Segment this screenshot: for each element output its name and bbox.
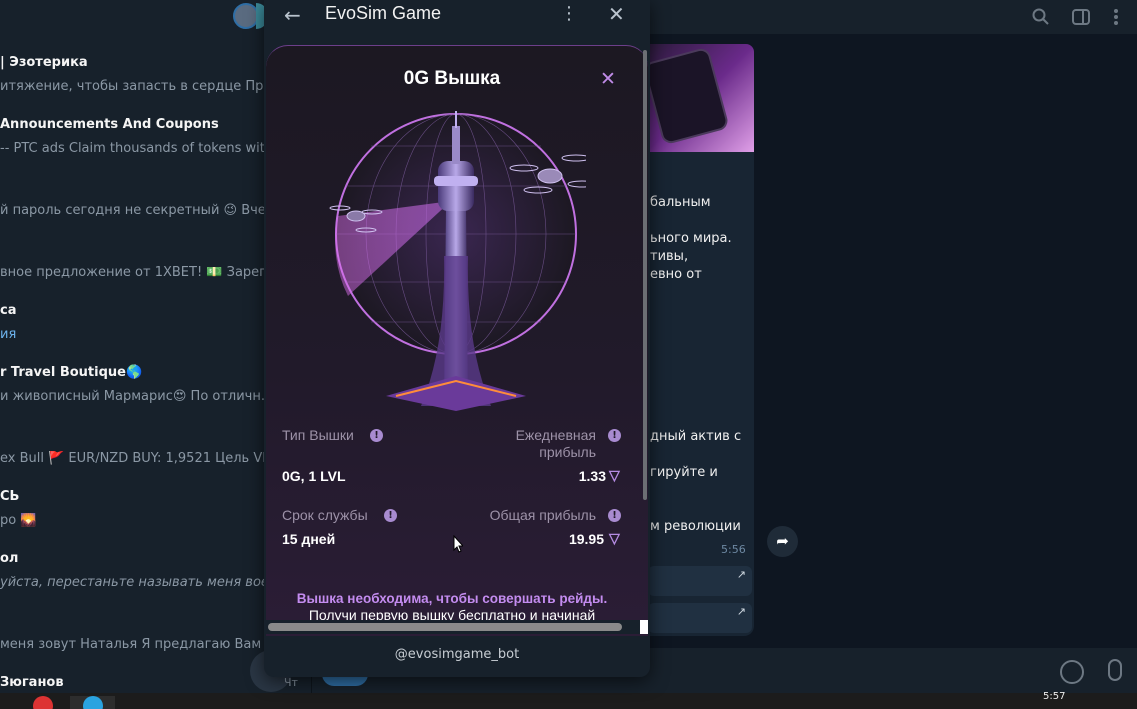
- message-text: тивы,: [650, 249, 689, 264]
- message-time: 5:56: [721, 543, 746, 556]
- chat-name: r Travel Boutique🌎: [0, 365, 143, 380]
- info-icon[interactable]: !: [384, 509, 397, 522]
- daily-profit-value: 1.33: [578, 468, 606, 484]
- scrollbar-corner: [640, 620, 648, 634]
- currency-icon: ▽: [609, 530, 620, 546]
- forward-icon[interactable]: ➦: [767, 526, 798, 557]
- chat-date: Чт: [284, 676, 298, 689]
- scrollbar-thumb[interactable]: [268, 623, 622, 631]
- tower-type-label: Тип Вышки: [282, 427, 354, 443]
- close-icon[interactable]: ✕: [608, 2, 625, 26]
- total-profit-label: Общая прибыль: [489, 507, 596, 523]
- chat-preview: и живописный Мармарис😍 По отличн...: [0, 389, 270, 404]
- vertical-scrollbar[interactable]: [643, 50, 647, 500]
- back-arrow-icon[interactable]: ←: [284, 3, 301, 27]
- microphone-icon[interactable]: [1108, 659, 1122, 681]
- modal-close-icon[interactable]: ✕: [600, 68, 616, 90]
- external-link-icon: ↗: [736, 568, 746, 581]
- chat-preview: ия: [0, 327, 17, 342]
- more-vertical-icon[interactable]: [1106, 8, 1126, 28]
- total-profit-value: 19.95: [568, 531, 604, 547]
- chat-preview: й пароль сегодня не секретный 😉 Вчер...: [0, 203, 270, 218]
- inline-button[interactable]: ↗: [648, 566, 752, 596]
- service-term-value: 15 дней: [282, 531, 336, 547]
- message-text: бальным: [650, 195, 711, 210]
- chat-preview: ро 🌄: [0, 513, 37, 528]
- service-term-label: Срок службы: [282, 507, 368, 523]
- search-icon[interactable]: [1031, 8, 1051, 28]
- message-image[interactable]: [642, 44, 754, 152]
- message-text: дный актив с: [650, 429, 742, 444]
- tower-type-value: 0G, 1 LVL: [282, 468, 346, 484]
- message-text: евно от: [650, 267, 702, 282]
- chat-name: Announcements And Coupons: [0, 117, 219, 132]
- mini-app-title: EvoSim Game: [325, 3, 442, 23]
- browser-icon[interactable]: [33, 696, 53, 709]
- sidebar-toggle-icon[interactable]: [1071, 8, 1091, 28]
- message-text: м революции: [650, 519, 741, 534]
- inline-button[interactable]: ↗: [648, 603, 752, 633]
- chat-name: Зюганов: [0, 675, 64, 690]
- chat-name: СЬ: [0, 489, 20, 504]
- message-text: ьного мира.: [650, 231, 732, 246]
- chat-preview: вное предложение от 1XBET! 💵 Зарегис...: [0, 265, 270, 280]
- screen: | Эзотерика итяжение, чтобы запасть в се…: [0, 0, 1137, 709]
- emoji-icon[interactable]: [1060, 660, 1084, 684]
- telegram-icon: [83, 696, 103, 709]
- info-icon[interactable]: !: [608, 429, 621, 442]
- chat-preview: -- PTC ads Claim thousands of tokens wit…: [0, 141, 270, 156]
- taskbar-clock: 5:57: [1043, 691, 1066, 702]
- mouse-cursor-icon: [453, 535, 463, 553]
- message-text: гируйте и: [650, 465, 718, 480]
- modal-title: 0G Вышка: [403, 68, 501, 89]
- taskbar: 5:57: [0, 691, 1137, 709]
- horizontal-scrollbar[interactable]: [266, 620, 648, 634]
- daily-profit-label-line1: Ежедневная: [515, 427, 596, 443]
- chat-preview: уйста, перестаньте называть меня вое...: [0, 575, 270, 590]
- more-vertical-icon[interactable]: ⋮: [560, 3, 578, 24]
- info-icon[interactable]: !: [370, 429, 383, 442]
- chat-name: | Эзотерика: [0, 55, 88, 70]
- promo-text: Вышка необходима, чтобы совершать рейды.: [296, 591, 608, 606]
- tower-illustration: [329, 111, 586, 411]
- bot-handle[interactable]: @evosimgame_bot: [264, 647, 650, 662]
- external-link-icon: ↗: [736, 605, 746, 618]
- chat-name: ол: [0, 551, 19, 566]
- info-icon[interactable]: !: [608, 509, 621, 522]
- currency-icon: ▽: [609, 467, 620, 483]
- daily-profit-label-line2: прибыль: [539, 444, 596, 460]
- chat-preview: итяжение, чтобы запасть в сердце Про...: [0, 79, 270, 94]
- chat-preview: меня зовут Наталья Я предлагаю Вам при..…: [0, 637, 270, 652]
- mini-app-titlebar: ← EvoSim Game ⋮ ✕: [264, 0, 650, 44]
- chat-preview: ex Bull 🚩 EUR/NZD BUY: 1,9521 Цель VIP: [0, 451, 270, 466]
- chat-name: ca: [0, 303, 17, 318]
